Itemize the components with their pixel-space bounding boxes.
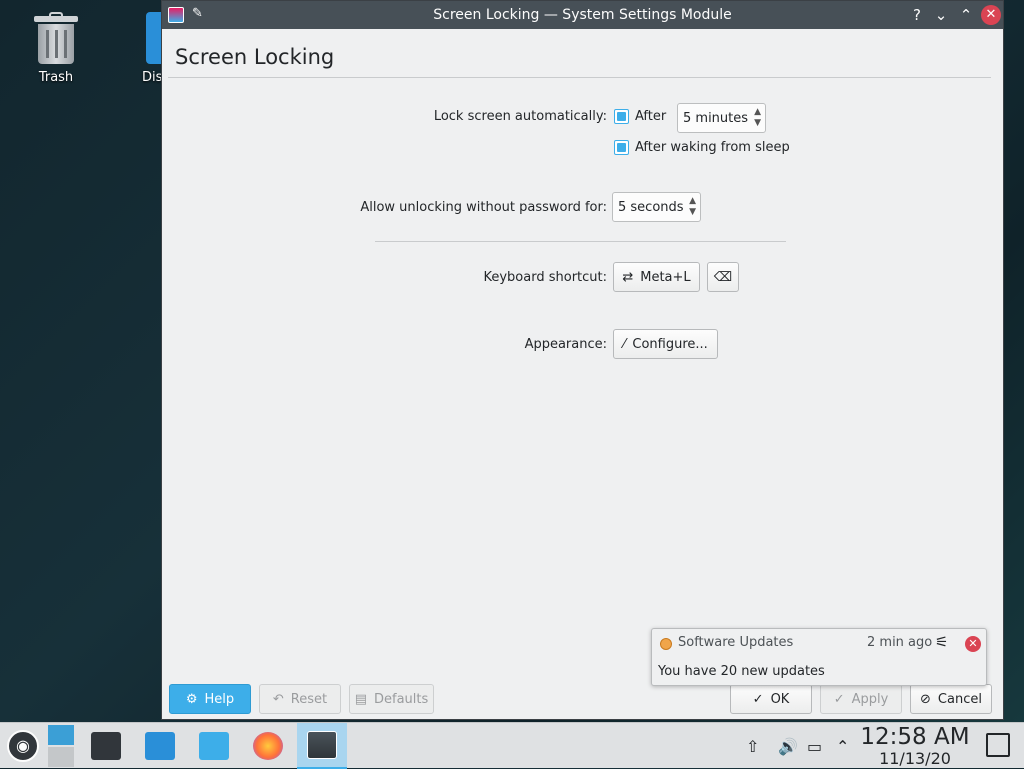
cancel-button-label: Cancel: [937, 691, 982, 707]
configure-button[interactable]: ⁄ Configure...: [613, 329, 718, 359]
help-icon: ⚙: [185, 691, 198, 707]
lock-auto-label: Lock screen automatically:: [433, 109, 607, 124]
maximize-button[interactable]: ⌃: [956, 5, 976, 25]
document-icon: ▤: [354, 691, 367, 707]
close-button[interactable]: ✕: [981, 5, 1001, 25]
notification-close-icon[interactable]: ✕: [965, 636, 981, 652]
notification-time: 2 min ago: [867, 635, 933, 650]
volume-icon[interactable]: 🔊: [778, 723, 798, 769]
desktop-icon-label: Trash: [38, 70, 74, 85]
undo-icon: ↶: [272, 691, 284, 707]
checkbox-box[interactable]: [614, 140, 629, 155]
show-desktop-button[interactable]: [986, 733, 1010, 757]
defaults-button[interactable]: ▤ Defaults: [349, 684, 434, 714]
screen-lock-icon: [307, 731, 337, 759]
task-screen-locking[interactable]: [297, 723, 347, 769]
trash-icon: [34, 12, 78, 64]
lock-timeout-value: 5 minutes: [683, 110, 749, 126]
opensuse-logo-icon: ◉: [7, 730, 39, 762]
notification-app: Software Updates: [678, 635, 794, 650]
task-firefox[interactable]: [243, 723, 293, 769]
unlock-grace-spinbox[interactable]: 5 seconds ▲ ▼: [612, 192, 701, 222]
pin-icon[interactable]: ✎: [192, 6, 203, 21]
task-system-settings[interactable]: [81, 723, 131, 769]
network-icon[interactable]: ▭: [807, 723, 822, 769]
taskbar: ◉ ⇧ 🔊 ▭ ⌃ 12:58 AM 11/13/20: [0, 722, 1024, 769]
after-sleep-label: After waking from sleep: [635, 140, 790, 155]
lock-timeout-spinbox[interactable]: 5 minutes ▲ ▼: [677, 103, 766, 133]
after-checkbox[interactable]: After: [614, 109, 666, 124]
digital-clock[interactable]: 12:58 AM 11/13/20: [859, 724, 971, 768]
system-settings-icon: [91, 732, 121, 760]
cancel-button[interactable]: ⊘ Cancel: [910, 684, 992, 714]
application-launcher[interactable]: ◉: [4, 723, 42, 769]
desktop-1[interactable]: [48, 725, 74, 745]
apply-button-label: Apply: [851, 691, 889, 707]
ok-button-label: OK: [770, 691, 790, 707]
help-button[interactable]: ⚙ Help: [169, 684, 251, 714]
checkmark-icon: ✓: [752, 691, 764, 707]
desktop-icon-trash[interactable]: Trash: [11, 12, 101, 85]
virtual-desktop-pager[interactable]: [47, 723, 75, 769]
configure-label: Configure...: [632, 336, 708, 352]
reset-button[interactable]: ↶ Reset: [259, 684, 341, 714]
update-icon: [660, 638, 672, 650]
notification-settings-icon[interactable]: ⚟: [935, 633, 948, 651]
discover-icon: [145, 732, 175, 760]
clock-date: 11/13/20: [879, 749, 951, 768]
firefox-icon: [253, 732, 283, 760]
defaults-button-label: Defaults: [374, 691, 429, 707]
apply-button[interactable]: ✓ Apply: [820, 684, 902, 714]
spin-arrows-icon[interactable]: ▲ ▼: [754, 107, 761, 129]
reset-button-label: Reset: [290, 691, 328, 707]
app-icon[interactable]: [168, 7, 184, 23]
minimize-button[interactable]: ⌄: [931, 5, 951, 25]
clear-shortcut-button[interactable]: ⌫: [707, 262, 739, 292]
divider: [168, 77, 991, 78]
unlock-grace-label: Allow unlocking without password for:: [360, 200, 607, 215]
page-title: Screen Locking: [175, 45, 335, 69]
spin-arrows-icon[interactable]: ▲ ▼: [689, 196, 696, 218]
shortcut-button[interactable]: ⇄ Meta+L: [613, 262, 700, 292]
task-dolphin[interactable]: [189, 723, 239, 769]
desktop-2[interactable]: [48, 747, 74, 767]
task-discover[interactable]: [135, 723, 185, 769]
notification-body: You have 20 new updates: [658, 664, 825, 679]
backspace-icon: ⌫: [713, 269, 733, 285]
clock-time: 12:58 AM: [860, 724, 970, 750]
shortcut-value: Meta+L: [640, 269, 691, 285]
checkbox-box[interactable]: [614, 109, 629, 124]
appearance-label: Appearance:: [524, 337, 607, 352]
help-button-titlebar[interactable]: ?: [907, 5, 927, 25]
settings-window: ✎ Screen Locking — System Settings Modul…: [161, 0, 1004, 720]
titlebar[interactable]: ✎ Screen Locking — System Settings Modul…: [162, 1, 1003, 29]
updates-tray-icon[interactable]: ⇧: [746, 723, 759, 769]
shortcut-label: Keyboard shortcut:: [483, 270, 607, 285]
window-title: Screen Locking — System Settings Module: [433, 7, 732, 23]
section-divider: [375, 241, 786, 242]
checkmark-icon: ✓: [833, 691, 845, 707]
configure-icon: ⁄: [623, 336, 626, 352]
unlock-grace-value: 5 seconds: [618, 199, 684, 215]
cancel-icon: ⊘: [920, 691, 931, 707]
folder-icon: [199, 732, 229, 760]
tray-expand-icon[interactable]: ⌃: [836, 723, 849, 769]
after-checkbox-label: After: [635, 109, 667, 124]
shortcut-settings-icon: ⇄: [622, 269, 634, 285]
ok-button[interactable]: ✓ OK: [730, 684, 812, 714]
notification-popup[interactable]: Software Updates 2 min ago ⚟ ✕ You have …: [651, 628, 987, 686]
help-button-label: Help: [204, 691, 235, 707]
after-sleep-checkbox[interactable]: After waking from sleep: [614, 140, 790, 155]
